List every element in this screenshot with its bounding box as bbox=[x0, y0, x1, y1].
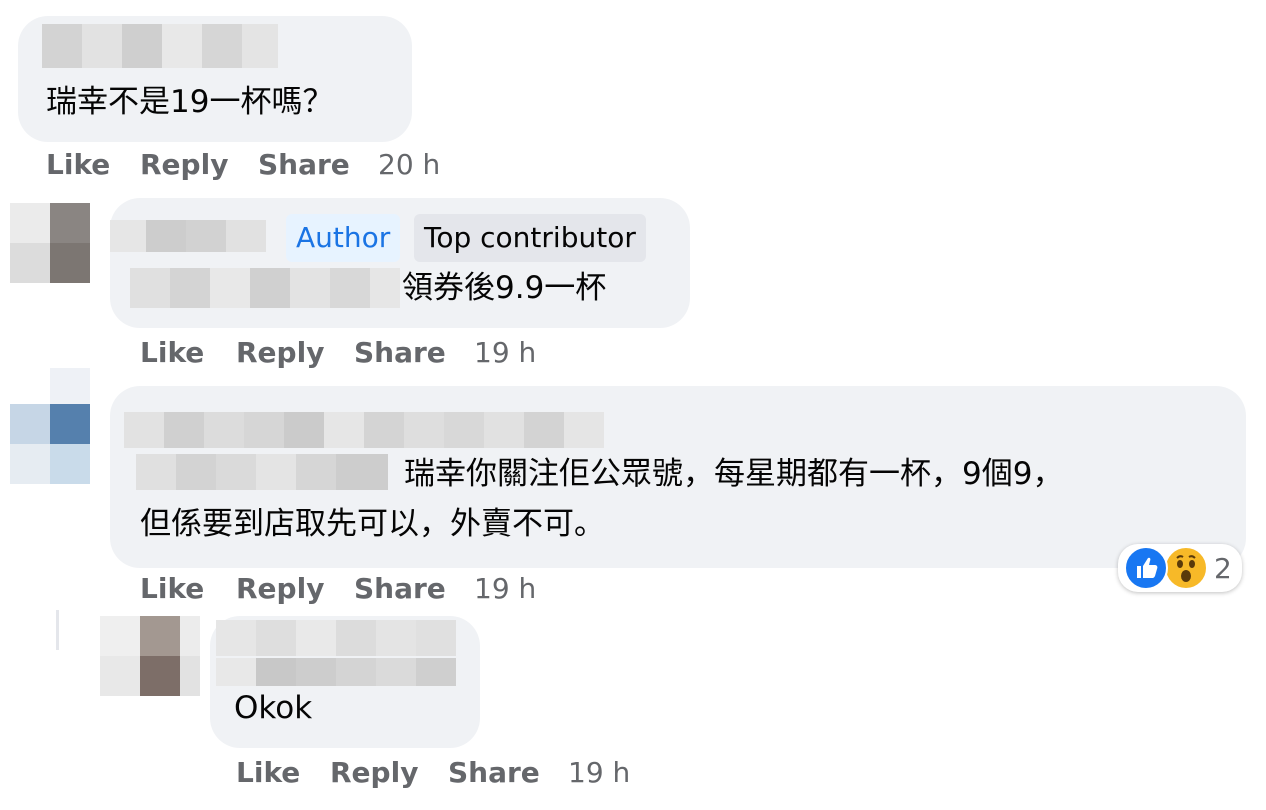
comment-text: 瑞幸不是19一杯嗎？ bbox=[46, 84, 334, 120]
comment-bubble: Okok bbox=[210, 616, 480, 748]
blurred-mention bbox=[130, 268, 400, 308]
like-icon bbox=[1124, 546, 1168, 590]
share-button[interactable]: Share bbox=[448, 756, 540, 789]
like-button[interactable]: Like bbox=[140, 572, 204, 605]
reaction-count: 2 bbox=[1214, 552, 1232, 585]
share-button[interactable]: Share bbox=[258, 148, 350, 181]
comment-text: Okok bbox=[234, 690, 313, 726]
blurred-author-name bbox=[124, 412, 604, 448]
share-button[interactable]: Share bbox=[354, 572, 446, 605]
reply-button[interactable]: Reply bbox=[236, 336, 324, 369]
blurred-author-subline bbox=[216, 658, 456, 686]
reaction-summary[interactable]: 2 bbox=[1118, 544, 1242, 592]
blurred-author-name bbox=[42, 24, 278, 68]
comment-actions: Like Reply Share 19 h bbox=[236, 756, 656, 792]
comment-text-line-1: 瑞幸你關注佢公眾號，每星期都有一杯，9個9， bbox=[404, 456, 1064, 492]
timestamp[interactable]: 20 h bbox=[378, 148, 440, 181]
wow-icon bbox=[1164, 546, 1208, 590]
timestamp[interactable]: 19 h bbox=[568, 756, 630, 789]
avatar[interactable] bbox=[100, 616, 200, 696]
blurred-author-name bbox=[216, 620, 456, 656]
comment-actions: Like Reply Share 20 h bbox=[46, 148, 466, 184]
author-badge: Author bbox=[286, 214, 401, 262]
avatar[interactable] bbox=[10, 368, 90, 484]
top-contributor-badge: Top contributor bbox=[414, 214, 646, 262]
comment-bubble: Author Top contributor 領券後9.9一杯 bbox=[110, 198, 690, 328]
comment-bubble: 瑞幸你關注佢公眾號，每星期都有一杯，9個9， 但係要到店取先可以，外賣不可。 bbox=[110, 386, 1246, 568]
timestamp[interactable]: 19 h bbox=[474, 572, 536, 605]
comment-text: 領券後9.9一杯 bbox=[402, 270, 607, 306]
blurred-mention bbox=[136, 454, 388, 490]
like-button[interactable]: Like bbox=[46, 148, 110, 181]
reply-button[interactable]: Reply bbox=[140, 148, 228, 181]
like-button[interactable]: Like bbox=[236, 756, 300, 789]
share-button[interactable]: Share bbox=[354, 336, 446, 369]
avatar[interactable] bbox=[10, 203, 90, 283]
comment-text-line-2: 但係要到店取先可以，外賣不可。 bbox=[140, 506, 605, 542]
timestamp[interactable]: 19 h bbox=[474, 336, 536, 369]
comment-actions: Like Reply Share 19 h bbox=[140, 572, 560, 608]
reply-button[interactable]: Reply bbox=[330, 756, 418, 789]
comment-bubble: 瑞幸不是19一杯嗎？ bbox=[18, 16, 412, 142]
comment-actions: Like Reply Share 19 h bbox=[140, 336, 560, 372]
reply-button[interactable]: Reply bbox=[236, 572, 324, 605]
like-button[interactable]: Like bbox=[140, 336, 204, 369]
thread-line bbox=[56, 610, 59, 650]
blurred-author-name bbox=[110, 220, 266, 252]
